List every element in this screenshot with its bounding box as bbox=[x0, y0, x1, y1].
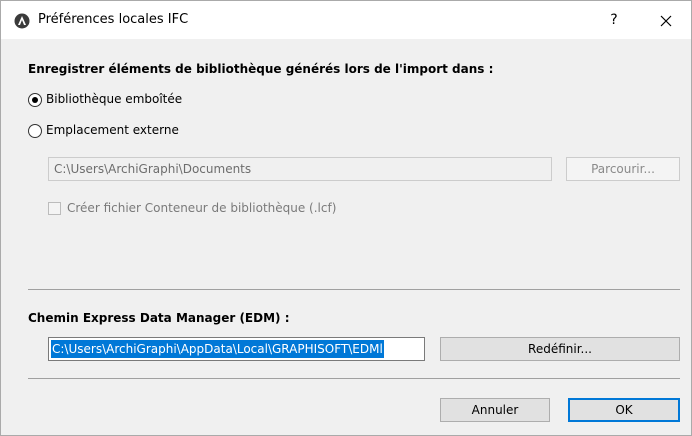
redefine-button[interactable]: Redéfinir... bbox=[440, 337, 680, 361]
radio-button[interactable] bbox=[28, 124, 42, 138]
radio-button[interactable] bbox=[28, 93, 42, 107]
container-file-checkbox[interactable] bbox=[48, 202, 61, 215]
footer-divider bbox=[28, 378, 680, 379]
library-location-heading: Enregistrer éléments de bibliothèque gén… bbox=[28, 62, 494, 76]
edm-path-input[interactable]: C:\Users\ArchiGraphi\AppData\Local\GRAPH… bbox=[48, 337, 425, 361]
close-icon bbox=[660, 13, 672, 27]
title-bar: Préférences locales IFC ? bbox=[1, 1, 691, 39]
cancel-button[interactable]: Annuler bbox=[440, 398, 550, 422]
edm-path-value: C:\Users\ArchiGraphi\AppData\Local\GRAPH… bbox=[51, 340, 384, 358]
ifc-preferences-dialog: Préférences locales IFC ? Enregistrer él… bbox=[0, 0, 692, 436]
dialog-title: Préférences locales IFC bbox=[38, 12, 189, 27]
container-file-checkbox-label: Créer fichier Conteneur de bibliothèque … bbox=[67, 201, 337, 215]
browse-button[interactable]: Parcourir... bbox=[566, 157, 680, 181]
radio-external-location-label: Emplacement externe bbox=[46, 123, 179, 137]
archicad-app-icon bbox=[14, 13, 30, 29]
close-button[interactable] bbox=[651, 7, 681, 33]
edm-path-heading: Chemin Express Data Manager (EDM) : bbox=[28, 311, 290, 325]
external-path-field[interactable]: C:\Users\ArchiGraphi\Documents bbox=[48, 157, 552, 181]
section-divider bbox=[28, 289, 680, 290]
help-button[interactable]: ? bbox=[599, 7, 629, 33]
ok-button[interactable]: OK bbox=[568, 398, 680, 422]
radio-embedded-library-label: Bibliothèque emboîtée bbox=[46, 92, 183, 106]
